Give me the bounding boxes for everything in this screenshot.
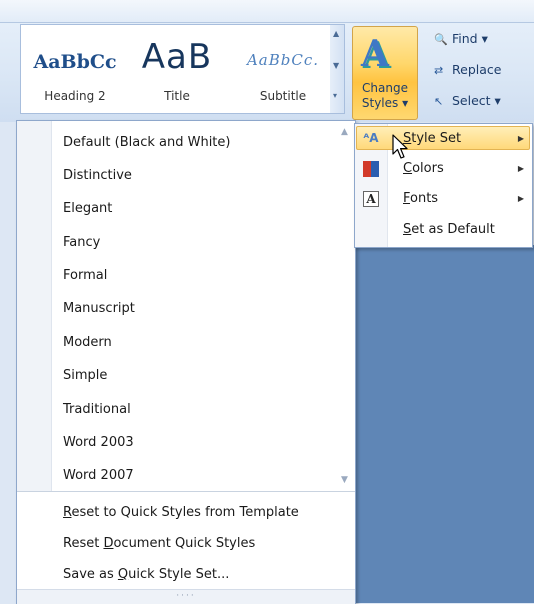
access-key: C [403,161,413,176]
fonts-icon: A [363,191,379,207]
change-styles-label-line2: Styles ▾ [361,96,409,110]
quick-style-heading-2[interactable]: AaBbCc Heading 2 [25,27,125,107]
style-set-icon: ᴬA [363,131,379,145]
action-label-post: uick Style Set... [128,567,230,582]
binoculars-icon: 🔍 [434,33,448,46]
reset-document-styles-item[interactable]: Reset Document Quick Styles [63,536,255,551]
style-set-item[interactable]: Traditional [63,402,131,417]
style-set-item[interactable]: Default (Black and White) [63,135,230,150]
style-set-item[interactable]: Formal [63,268,107,283]
access-key: D [103,536,114,551]
colors-icon [363,161,379,177]
quick-style-name: Subtitle [259,89,307,103]
menu-separator [51,491,355,492]
access-key: F [403,191,411,206]
style-set-item[interactable]: Fancy [63,235,100,250]
style-set-menu-item[interactable]: Style Set [403,131,461,146]
action-label-pre: Save as [63,567,118,582]
mouse-cursor-icon [392,134,408,159]
quick-style-sample: AaBbCc [33,51,117,73]
replace-label: Replace [452,62,502,77]
change-styles-button[interactable]: A Change Styles ▾ [352,26,418,120]
replace-icon: ⇄ [434,64,444,77]
menu-item-label: tyle Set [411,131,462,146]
resize-grip[interactable]: ···· [17,589,355,604]
action-label-pre: Reset [63,536,104,551]
colors-menu-item[interactable]: Colors [403,161,444,176]
submenu-arrow-icon: ▶ [517,164,524,173]
action-label-post: eset to Quick Styles from Template [71,505,299,520]
save-quick-style-set-item[interactable]: Save as Quick Style Set... [63,567,229,582]
style-set-item[interactable]: Simple [63,368,107,383]
style-set-item[interactable]: Modern [63,335,112,350]
ribbon-tab-strip [0,0,534,23]
style-set-item[interactable]: Elegant [63,201,112,216]
quick-style-title[interactable]: AaB Title [127,27,227,107]
submenu-arrow-icon: ▶ [517,194,524,203]
menu-icon-column [17,121,52,491]
fonts-menu-item[interactable]: Fonts [403,191,438,206]
replace-button[interactable]: ⇄ Replace [434,59,501,81]
quick-style-subtitle[interactable]: AaBbCc. Subtitle [229,27,337,107]
editing-group: 🔍 Find ▾ ⇄ Replace ↖ Select ▾ [428,28,532,118]
select-cursor-icon: ↖ [434,95,444,108]
menu-item-label: et as Default [411,222,495,237]
style-set-item[interactable]: Manuscript [63,301,135,316]
menu-separator [17,491,51,492]
find-button[interactable]: 🔍 Find ▾ [434,28,488,50]
reset-to-template-item[interactable]: Reset to Quick Styles from Template [63,505,299,520]
change-styles-icon: A [361,33,389,75]
gallery-more-icon[interactable]: ▾ [333,91,337,100]
style-set-list-menu: Default (Black and White) Distinctive El… [16,120,356,604]
gallery-scrollbar[interactable]: ▲ ▼ ▾ [330,24,345,114]
menu-item-label: olors [412,161,444,176]
scroll-up-icon[interactable]: ▲ [341,127,348,137]
quick-style-name: Title [164,89,190,103]
document-background [350,245,534,603]
scroll-down-icon[interactable]: ▼ [341,475,348,485]
submenu-arrow-icon: ▶ [517,134,524,143]
set-as-default-menu-item[interactable]: Set as Default [403,222,495,237]
change-styles-label: Change Styles ▾ [353,81,417,111]
style-set-scrollbar[interactable]: ▲ ▼ [341,125,353,487]
quick-styles-gallery: AaBbCc Heading 2 AaB Title AaBbCc. Subti… [20,24,344,114]
ribbon: AaBbCc Heading 2 AaB Title AaBbCc. Subti… [0,0,534,123]
style-set-item[interactable]: Word 2003 [63,435,134,450]
style-set-item[interactable]: Word 2007 [63,468,134,483]
quick-style-name: Heading 2 [44,89,106,103]
quick-style-sample: AaBbCc. [246,51,320,69]
menu-item-label: onts [410,191,439,206]
scroll-down-icon[interactable]: ▼ [333,61,339,70]
action-label-post: ocument Quick Styles [113,536,256,551]
quick-style-sample: AaB [141,37,213,77]
find-label: Find ▾ [452,31,488,46]
select-label: Select ▾ [452,93,501,108]
select-button[interactable]: ↖ Select ▾ [434,90,501,112]
style-set-item[interactable]: Distinctive [63,168,132,183]
change-styles-label-line1: Change [362,81,408,95]
change-styles-menu: ᴬA Style Set ▶ Colors ▶ A Fonts ▶ Set as… [354,123,533,248]
access-key: Q [117,567,129,582]
scroll-up-icon[interactable]: ▲ [333,29,339,38]
